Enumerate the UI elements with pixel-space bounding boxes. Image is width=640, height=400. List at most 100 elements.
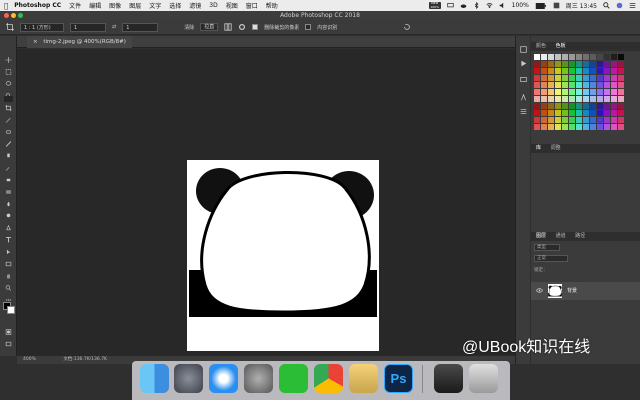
color-swatch[interactable]	[555, 54, 561, 60]
color-swatch[interactable]	[590, 103, 596, 109]
crop-tool-icon[interactable]	[4, 96, 13, 111]
color-swatch[interactable]	[604, 96, 610, 102]
tab-swatches[interactable]: 色板	[556, 43, 566, 49]
color-swatch[interactable]	[562, 110, 568, 116]
color-swatch[interactable]	[534, 61, 540, 67]
color-swatch[interactable]	[576, 110, 582, 116]
ratio-height-input[interactable]: 1	[122, 22, 159, 32]
menu-type[interactable]: 文字	[149, 1, 161, 10]
eyedropper-tool-icon[interactable]	[4, 108, 13, 123]
input-source-icon[interactable]	[553, 2, 560, 9]
menu-view[interactable]: 视图	[226, 1, 238, 10]
character-panel-icon[interactable]	[520, 94, 527, 101]
color-swatch[interactable]	[597, 61, 603, 67]
color-swatch[interactable]	[611, 82, 617, 88]
color-swatch[interactable]	[534, 82, 540, 88]
color-swatch[interactable]	[534, 117, 540, 123]
color-swatch[interactable]	[541, 96, 547, 102]
color-swatch[interactable]	[576, 124, 582, 130]
lasso-tool-icon[interactable]	[4, 72, 13, 86]
paragraph-panel-icon[interactable]	[520, 108, 527, 115]
color-swatch[interactable]	[618, 54, 624, 60]
color-swatch[interactable]	[618, 61, 624, 67]
color-swatch[interactable]	[541, 75, 547, 81]
color-swatch[interactable]	[604, 82, 610, 88]
color-swatch[interactable]	[548, 68, 554, 74]
color-swatch[interactable]	[541, 110, 547, 116]
color-swatch[interactable]	[583, 68, 589, 74]
color-swatch[interactable]	[590, 89, 596, 95]
hand-tool-icon[interactable]	[4, 264, 13, 279]
healing-brush-tool-icon[interactable]	[4, 120, 13, 134]
app-menu-photoshop[interactable]: Photoshop CC	[14, 2, 61, 9]
color-swatch[interactable]	[555, 61, 561, 67]
tab-color[interactable]: 颜色	[536, 43, 546, 49]
color-swatch[interactable]	[562, 96, 568, 102]
safari-icon[interactable]	[209, 364, 238, 393]
blend-mode-dropdown[interactable]: 正常	[534, 255, 568, 262]
apple-menu-icon[interactable]: 	[4, 2, 8, 10]
color-swatch[interactable]	[576, 96, 582, 102]
color-swatch[interactable]	[604, 61, 610, 67]
color-swatch[interactable]	[569, 54, 575, 60]
type-tool-icon[interactable]	[4, 228, 13, 243]
chrome-icon[interactable]	[314, 364, 343, 393]
downloads-stack-icon[interactable]	[434, 364, 463, 393]
color-swatch[interactable]	[534, 96, 540, 102]
color-swatch[interactable]	[562, 124, 568, 130]
color-swatch[interactable]	[562, 82, 568, 88]
color-swatch[interactable]	[590, 117, 596, 123]
clear-button[interactable]: 清除	[184, 24, 194, 31]
color-swatch[interactable]	[548, 54, 554, 60]
color-swatch[interactable]	[548, 61, 554, 67]
color-swatch[interactable]	[597, 96, 603, 102]
color-swatch[interactable]	[555, 68, 561, 74]
color-swatch[interactable]	[611, 96, 617, 102]
color-swatch[interactable]	[569, 75, 575, 81]
color-swatch[interactable]	[618, 117, 624, 123]
delete-cropped-checkbox[interactable]	[252, 24, 259, 30]
straighten-button[interactable]: 拉直	[200, 23, 219, 31]
color-swatch[interactable]	[534, 103, 540, 109]
clock[interactable]: 周三 13:45	[566, 1, 597, 10]
color-swatch[interactable]	[590, 124, 596, 130]
color-swatch[interactable]	[576, 68, 582, 74]
color-swatch[interactable]	[562, 117, 568, 123]
color-swatch[interactable]	[541, 54, 547, 60]
color-swatch[interactable]	[576, 117, 582, 123]
canvas-workspace[interactable]	[17, 49, 515, 356]
color-swatch[interactable]	[597, 117, 603, 123]
history-brush-tool-icon[interactable]	[4, 156, 13, 171]
color-swatch[interactable]	[569, 61, 575, 67]
wifi-icon[interactable]	[486, 2, 493, 9]
color-swatch[interactable]	[611, 75, 617, 81]
menu-window[interactable]: 窗口	[246, 1, 258, 10]
color-swatch[interactable]	[604, 103, 610, 109]
color-swatch[interactable]	[555, 117, 561, 123]
notification-center-icon[interactable]	[629, 2, 636, 9]
reset-icon[interactable]	[403, 23, 411, 31]
color-swatch[interactable]	[611, 68, 617, 74]
color-swatch[interactable]	[541, 103, 547, 109]
color-swatch[interactable]	[541, 61, 547, 67]
swap-ratio-icon[interactable]: ⇄	[112, 24, 116, 30]
color-swatch[interactable]	[541, 124, 547, 130]
properties-panel-icon[interactable]	[520, 76, 527, 83]
ratio-dropdown[interactable]: 1 : 1 (方形)	[20, 22, 64, 32]
color-swatch[interactable]	[604, 117, 610, 123]
dodge-tool-icon[interactable]	[4, 204, 13, 218]
color-swatch[interactable]	[576, 89, 582, 95]
color-swatch[interactable]	[569, 68, 575, 74]
move-tool-icon[interactable]	[4, 48, 13, 63]
tab-channels[interactable]: 通道	[556, 233, 566, 239]
color-swatch[interactable]	[548, 110, 554, 116]
color-swatch[interactable]	[618, 96, 624, 102]
color-swatch[interactable]	[583, 124, 589, 130]
color-swatch[interactable]	[583, 117, 589, 123]
layer-kind-filter[interactable]: 类型	[534, 244, 560, 251]
close-document-icon[interactable]: ×	[33, 39, 38, 45]
color-swatch[interactable]	[618, 103, 624, 109]
color-swatch[interactable]	[611, 117, 617, 123]
menu-help[interactable]: 帮助	[266, 1, 278, 10]
color-swatch[interactable]	[583, 54, 589, 60]
